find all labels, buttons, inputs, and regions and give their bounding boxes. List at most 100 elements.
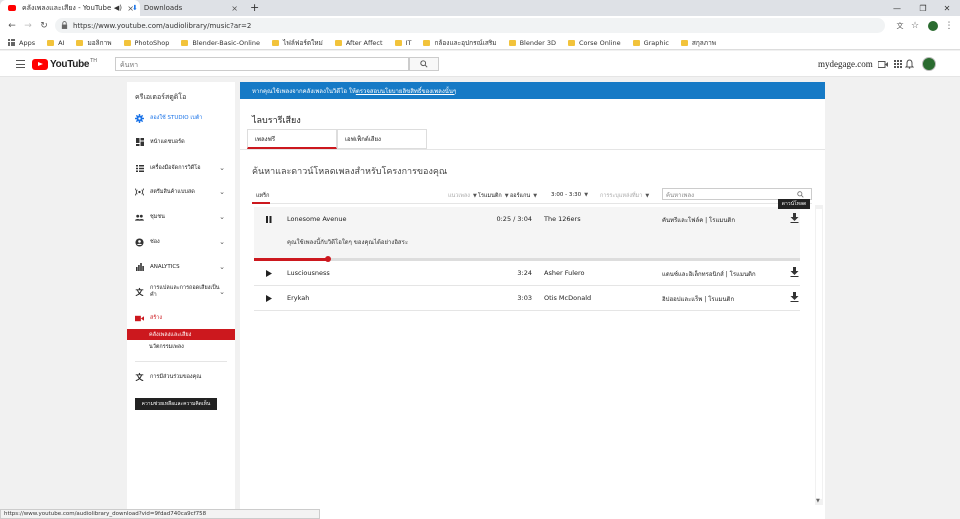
tab-sound-effects[interactable]: เอฟเฟ็กต์เสียง [337, 129, 427, 149]
analytics-icon [135, 263, 144, 272]
bell-icon[interactable] [904, 59, 914, 69]
track-time: 0:25 / 3:04 [496, 215, 532, 223]
browser-tab-youtube[interactable]: คลังเพลงและเสียง - YouTube ◀) × [0, 0, 140, 16]
folder-icon [394, 39, 402, 46]
download-icon[interactable] [790, 267, 799, 279]
bookmark-item[interactable]: Blender 3D [508, 39, 556, 47]
download-icon[interactable] [790, 213, 799, 225]
search-button[interactable] [409, 57, 439, 71]
hamburger-menu-icon[interactable] [16, 60, 25, 68]
avatar[interactable] [922, 57, 936, 71]
sidebar-item-live[interactable]: สตรีมสินค้าแบบสด ⌄ [127, 182, 235, 202]
apps-icon[interactable] [893, 59, 903, 69]
restore-icon[interactable]: ❐ [910, 0, 936, 16]
sidebar-divider [135, 361, 227, 362]
sidebar-item-studio-beta[interactable]: ลองใช้ STUDIO เบต้า [127, 108, 235, 128]
audio-icon[interactable]: ◀) [114, 4, 122, 12]
pause-icon[interactable] [266, 216, 272, 225]
download-icon[interactable] [790, 292, 799, 304]
bookmark-item[interactable]: Graphic [632, 39, 669, 47]
folder-icon [680, 39, 688, 46]
youtube-play-icon [32, 58, 48, 70]
scroll-down-icon[interactable]: ▼ [816, 498, 820, 504]
apps-grid-icon [8, 39, 15, 46]
lock-icon [61, 21, 68, 29]
tab-free-music[interactable]: เพลงฟรี [247, 129, 337, 149]
bookmark-item[interactable]: มอลิกาพ [76, 38, 112, 48]
menu-dots-icon[interactable]: ⋮ [942, 19, 956, 33]
bookmark-item[interactable]: After Affect [334, 39, 383, 47]
folder-icon [272, 39, 279, 46]
live-icon [135, 188, 144, 197]
track-name: Lonesome Avenue [287, 215, 347, 223]
sidebar-item-create[interactable]: สร้าง [127, 308, 235, 328]
scrollbar-thumb[interactable] [816, 209, 822, 499]
filter-instrument[interactable]: ออร์แกน ▼ [510, 192, 537, 200]
play-icon[interactable] [266, 270, 272, 279]
caret-down-icon: ▼ [504, 193, 509, 199]
sidebar-item-translations[interactable]: 文 การแปลและการถอดเสียงเป็นคำ ⌄ [127, 282, 235, 302]
track-artist: Asher Fulero [544, 269, 585, 277]
url-field[interactable]: https://www.youtube.com/audiolibrary/mus… [55, 18, 885, 33]
profile-icon[interactable] [926, 19, 940, 33]
youtube-logo[interactable]: YouTube TH [32, 58, 97, 70]
sidebar-item-analytics[interactable]: ANALYTICS ⌄ [127, 257, 235, 277]
upload-video-icon[interactable] [878, 59, 888, 69]
table-row[interactable]: Lonesome Avenue 0:25 / 3:04 The 126ers ค… [254, 207, 800, 260]
play-icon[interactable] [266, 295, 272, 304]
bookmark-item[interactable]: Corse Online [567, 39, 621, 47]
bookmark-apps[interactable]: Apps [8, 39, 35, 47]
filter-attribution[interactable]: การระบุแหล่งที่มา ▼ [600, 192, 649, 200]
filter-duration[interactable]: 3:00 - 3:30 ▼ [551, 192, 588, 198]
minimize-icon[interactable]: — [884, 0, 910, 16]
sidebar-item-community[interactable]: ชุมชน ⌄ [127, 207, 235, 227]
bookmark-item[interactable]: ไฟล์ฟอร์ตใหม่ [272, 38, 323, 48]
track-time: 3:24 [517, 269, 532, 277]
bookmarks-bar: Apps AI มอลิกาพ PhotoShop Blender-Basic-Onl… [0, 36, 960, 50]
sidebar-item-your-contributions[interactable]: 文 การมีส่วนร่วมของคุณ [127, 367, 235, 387]
bookmark-item[interactable]: Blender-Basic-Online [181, 39, 260, 47]
video-manager-icon [135, 164, 144, 173]
track-genre: คันทรีและโฟล์ค | โรแมนติก [662, 217, 735, 224]
help-feedback-button[interactable]: ความช่วยเหลือและความคิดเห็น [135, 398, 217, 410]
bookmark-item[interactable]: สกุลภาพ [680, 38, 716, 48]
library-subtitle: ค้นหาและดาวน์โหลดเพลงสำหรับโครงการของคุณ [252, 167, 448, 177]
close-window-icon[interactable]: ✕ [934, 0, 960, 16]
youtube-favicon-icon [8, 5, 16, 11]
sidebar-item-dashboard[interactable]: หน้าแดชบอร์ด [127, 132, 235, 152]
sidebar-subitem-audio-library[interactable]: คลังเพลงและเสียง [127, 329, 235, 340]
filter-mood[interactable]: โรแมนติก ▼ [478, 192, 509, 200]
forward-icon[interactable]: → [21, 19, 35, 33]
filter-tab-tracks[interactable]: แทร็ก [256, 192, 269, 200]
sidebar-item-video-manager[interactable]: เครื่องมือจัดการวิดีโอ ⌄ [127, 158, 235, 178]
new-tab-button[interactable]: + [250, 1, 259, 14]
sidebar-item-channel[interactable]: ช่อง ⌄ [127, 232, 235, 252]
table-row[interactable]: Lusciousness 3:24 Asher Fulero แดนซ์และอ… [254, 261, 800, 286]
star-icon[interactable]: ☆ [908, 19, 922, 33]
bookmark-item[interactable]: PhotoShop [123, 39, 169, 47]
bookmark-item[interactable]: AI [47, 39, 64, 47]
bookmark-item[interactable]: กล้องและอุปกรณ์เสริม [423, 38, 497, 48]
download-tooltip: ดาวน์โหลด [778, 199, 810, 209]
back-icon[interactable]: ← [5, 19, 19, 33]
close-tab-icon[interactable]: × [231, 4, 238, 13]
track-name: Lusciousness [287, 269, 330, 277]
library-tabs: เพลงฟรี เอฟเฟ็กต์เสียง [247, 129, 427, 149]
track-genre: แดนซ์และอิเล็กทรอนิกส์ | โรแมนติก [662, 271, 756, 278]
bookmark-item[interactable]: IT [394, 39, 411, 47]
track-name: Erykah [287, 294, 310, 302]
sidebar-title: ครีเอเตอร์สตูดิโอ [135, 93, 187, 101]
folder-icon [76, 39, 84, 46]
page-title: ไลบรารีเสียง [252, 116, 301, 126]
chevron-down-icon: ⌄ [219, 188, 225, 196]
browser-tab-downloads[interactable]: ⬇ Downloads × [124, 0, 244, 16]
reload-icon[interactable]: ↻ [37, 19, 51, 33]
sidebar-subitem-music-policies[interactable]: นวัตกรรมเพลง [127, 341, 235, 352]
translate-icon[interactable]: 文 [893, 19, 907, 33]
filter-genre[interactable]: แนวเพลง ▼ [448, 192, 477, 200]
policy-link[interactable]: ตรวจสอบนโยบายลิขสิทธิ์ของเพลงนั้นๆ [356, 86, 456, 96]
scrollbar[interactable]: ▼ [815, 205, 823, 505]
youtube-search-input[interactable]: ค้นหา [115, 57, 409, 71]
folder-icon [181, 39, 189, 46]
table-row[interactable]: Erykah 3:03 Otis McDonald ฮิปฮอปและแร็พ … [254, 286, 800, 311]
